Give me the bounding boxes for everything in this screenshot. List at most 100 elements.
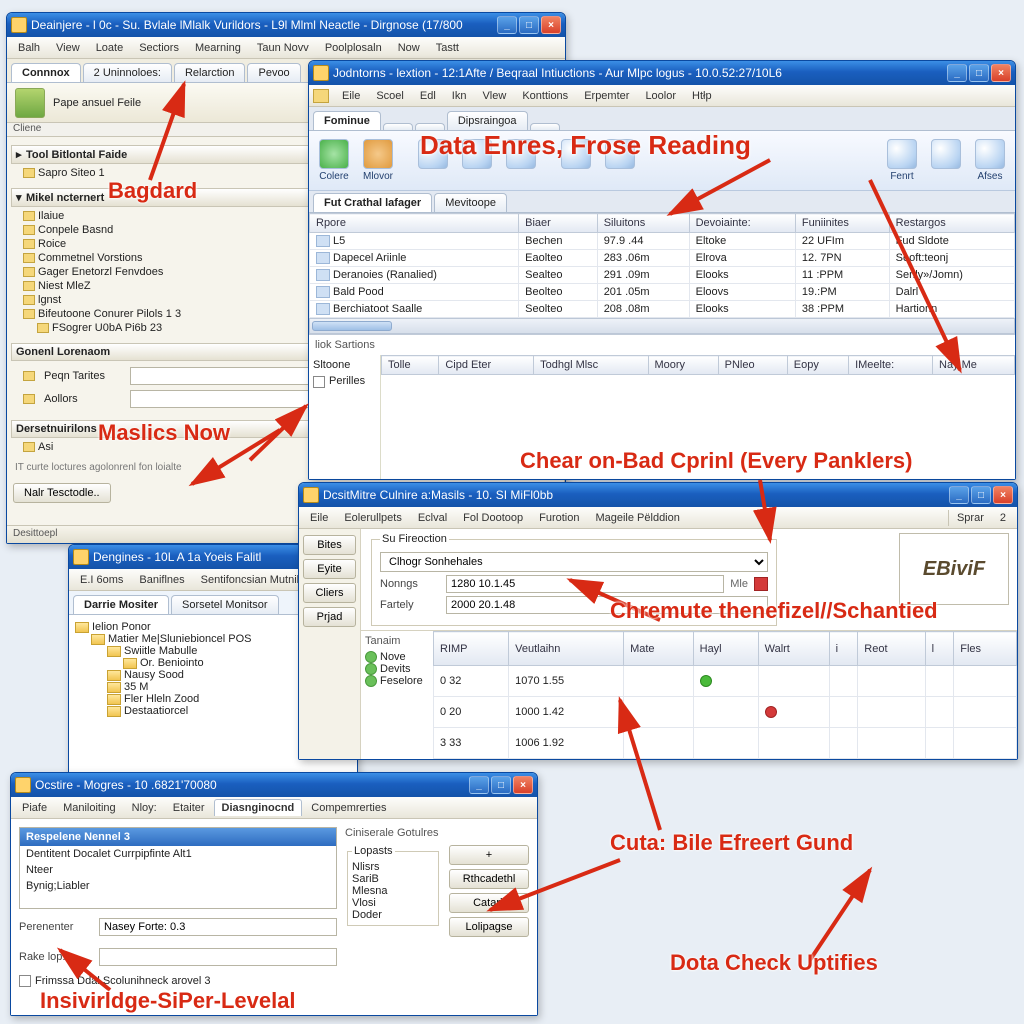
col-header[interactable]: Nay Me (933, 356, 1015, 375)
col-header[interactable]: Rpore (310, 214, 519, 233)
col-header[interactable]: PNleo (718, 356, 787, 375)
col-header[interactable]: Restargos (889, 214, 1014, 233)
menu-item[interactable]: Loate (89, 40, 131, 56)
btn-cataril[interactable]: Cataril (449, 893, 529, 913)
titlebar[interactable]: Ocstire - Mogres - 10 .6821'70080 _ □ × (11, 773, 537, 797)
col-header[interactable]: Devoiainte: (689, 214, 795, 233)
tool-button[interactable] (927, 137, 965, 184)
tool-fenrt[interactable]: Fenrt (883, 137, 921, 184)
menu-item[interactable]: Mageile Pëlddion (588, 510, 686, 526)
col-header[interactable]: Reot (858, 632, 925, 666)
menu-item[interactable]: Taun Novv (250, 40, 316, 56)
col-header[interactable]: Fles (954, 632, 1017, 666)
menu-item[interactable]: Konttions (515, 88, 575, 104)
close-button[interactable]: × (993, 486, 1013, 504)
menu-item[interactable]: Ikn (445, 88, 474, 104)
menu-item[interactable]: Erpemter (577, 88, 636, 104)
param-input[interactable] (99, 918, 337, 936)
grid-row[interactable]: 0 321070 1.55 (434, 666, 1017, 697)
combo-direction[interactable]: Clhogr Sonhehales (380, 552, 768, 572)
grid-row[interactable]: L5Bechen97.9 .44Eltoke22 UFImFud Sldote (310, 233, 1015, 250)
maximize-button[interactable]: □ (519, 16, 539, 34)
col-header[interactable]: Funiinites (795, 214, 889, 233)
tool-movor[interactable]: Mlovor (359, 137, 397, 184)
menu-item[interactable]: Now (391, 40, 427, 56)
tab[interactable]: Fominue (313, 111, 381, 130)
col-header[interactable]: Biaer (519, 214, 598, 233)
titlebar[interactable]: Jodntorns - lextion - 12:1Afte / Beqraal… (309, 61, 1015, 85)
menu-item[interactable]: Vlew (475, 88, 513, 104)
input-fartely[interactable] (446, 596, 768, 614)
col-header[interactable]: Hayl (693, 632, 758, 666)
col-header[interactable]: RIMP (434, 632, 509, 666)
grid-row[interactable]: 3 331006 1.92 (434, 728, 1017, 759)
menu-item[interactable]: Edl (413, 88, 443, 104)
menu-item[interactable]: Htłp (685, 88, 719, 104)
add-button[interactable]: + (449, 845, 529, 865)
tab-connox[interactable]: Connnox (11, 63, 81, 82)
legend-item[interactable]: Mlesna (352, 885, 434, 897)
new-testcode-button[interactable]: Nalr Tesctodle.. (13, 483, 111, 503)
list-item[interactable]: Nteer (20, 862, 336, 878)
input-nonngs[interactable] (446, 575, 724, 593)
menu-item[interactable]: Baniflnes (132, 572, 191, 588)
menu-item[interactable]: Eile (335, 88, 367, 104)
side-btn[interactable]: Prjad (303, 607, 356, 627)
tool-button[interactable] (414, 137, 452, 184)
menu-item[interactable]: Maniloiting (56, 800, 123, 816)
menu-item[interactable]: Scoel (369, 88, 411, 104)
rake-input[interactable] (99, 948, 337, 966)
menu-item[interactable]: Furotion (532, 510, 586, 526)
tool-colere[interactable]: Colere (315, 137, 353, 184)
menu-item[interactable]: View (49, 40, 87, 56)
menu-item[interactable]: Sentifoncsian Mutnils (194, 572, 312, 588)
check-row[interactable]: Frimssa Ddal Scolunihneck arovel 3 (19, 975, 337, 987)
tab[interactable] (383, 123, 413, 130)
minimize-button[interactable]: _ (469, 776, 489, 794)
col-header[interactable]: Siluitons (597, 214, 689, 233)
side-btn[interactable]: Eyite (303, 559, 356, 579)
menu-tab-active[interactable]: Diasnginocnd (214, 799, 303, 816)
grid-row[interactable]: 0 201000 1.42 (434, 697, 1017, 728)
col-header[interactable]: i (829, 632, 858, 666)
col-header[interactable]: Veutlaihn (509, 632, 624, 666)
list-item[interactable]: Bynig;Liabler (20, 878, 336, 894)
scroll-thumb[interactable] (312, 321, 392, 331)
menu-item[interactable]: Eolerullpets (337, 510, 408, 526)
legend-item[interactable]: SariB (352, 873, 434, 885)
tab[interactable]: Relarction (174, 63, 246, 82)
tab[interactable]: 2 Uninnoloes: (83, 63, 172, 82)
col-header[interactable]: l (925, 632, 954, 666)
menu-item[interactable]: 2 (993, 510, 1013, 526)
minimize-button[interactable]: _ (949, 486, 969, 504)
close-button[interactable]: × (513, 776, 533, 794)
col-header[interactable]: Mate (624, 632, 694, 666)
col-header[interactable]: Moory (648, 356, 718, 375)
legend-item[interactable]: Nlisrs (352, 861, 434, 873)
legend-item[interactable]: Doder (352, 909, 434, 921)
grid-row[interactable]: Bald PoodBeolteo201 .05mEloovs19.:PMDalr… (310, 284, 1015, 301)
col-header[interactable]: Cipd Eter (439, 356, 534, 375)
maximize-button[interactable]: □ (969, 64, 989, 82)
menu-item[interactable]: Mearning (188, 40, 248, 56)
menu-item[interactable]: Balh (11, 40, 47, 56)
minimize-button[interactable]: _ (497, 16, 517, 34)
legend-item[interactable]: Vlosi (352, 897, 434, 909)
menu-item[interactable]: Loolor (638, 88, 683, 104)
h-scrollbar[interactable] (309, 318, 1015, 334)
tool-button[interactable] (502, 137, 540, 184)
minimize-button[interactable]: _ (947, 64, 967, 82)
menu-item[interactable]: Tastt (429, 40, 466, 56)
col-header[interactable]: Tolle (382, 356, 439, 375)
tool-afses[interactable]: Afses (971, 137, 1009, 184)
menu-item[interactable]: Piafe (15, 800, 54, 816)
maximize-button[interactable]: □ (491, 776, 511, 794)
checkbox-icon[interactable] (19, 975, 31, 987)
side-btn[interactable]: Cliers (303, 583, 356, 603)
status-row[interactable]: Feselore (365, 675, 429, 687)
tab[interactable]: Sorsetel Monitsor (171, 595, 279, 614)
grid-row[interactable]: Berchiatoot SaalleSeolteo208 .08mElooks3… (310, 301, 1015, 318)
grid-row[interactable]: Dapecel AriinleEaolteo283 .06mElrova12. … (310, 250, 1015, 267)
menu-item[interactable]: Compemrerties (304, 800, 393, 816)
menu-item[interactable]: Eclval (411, 510, 454, 526)
